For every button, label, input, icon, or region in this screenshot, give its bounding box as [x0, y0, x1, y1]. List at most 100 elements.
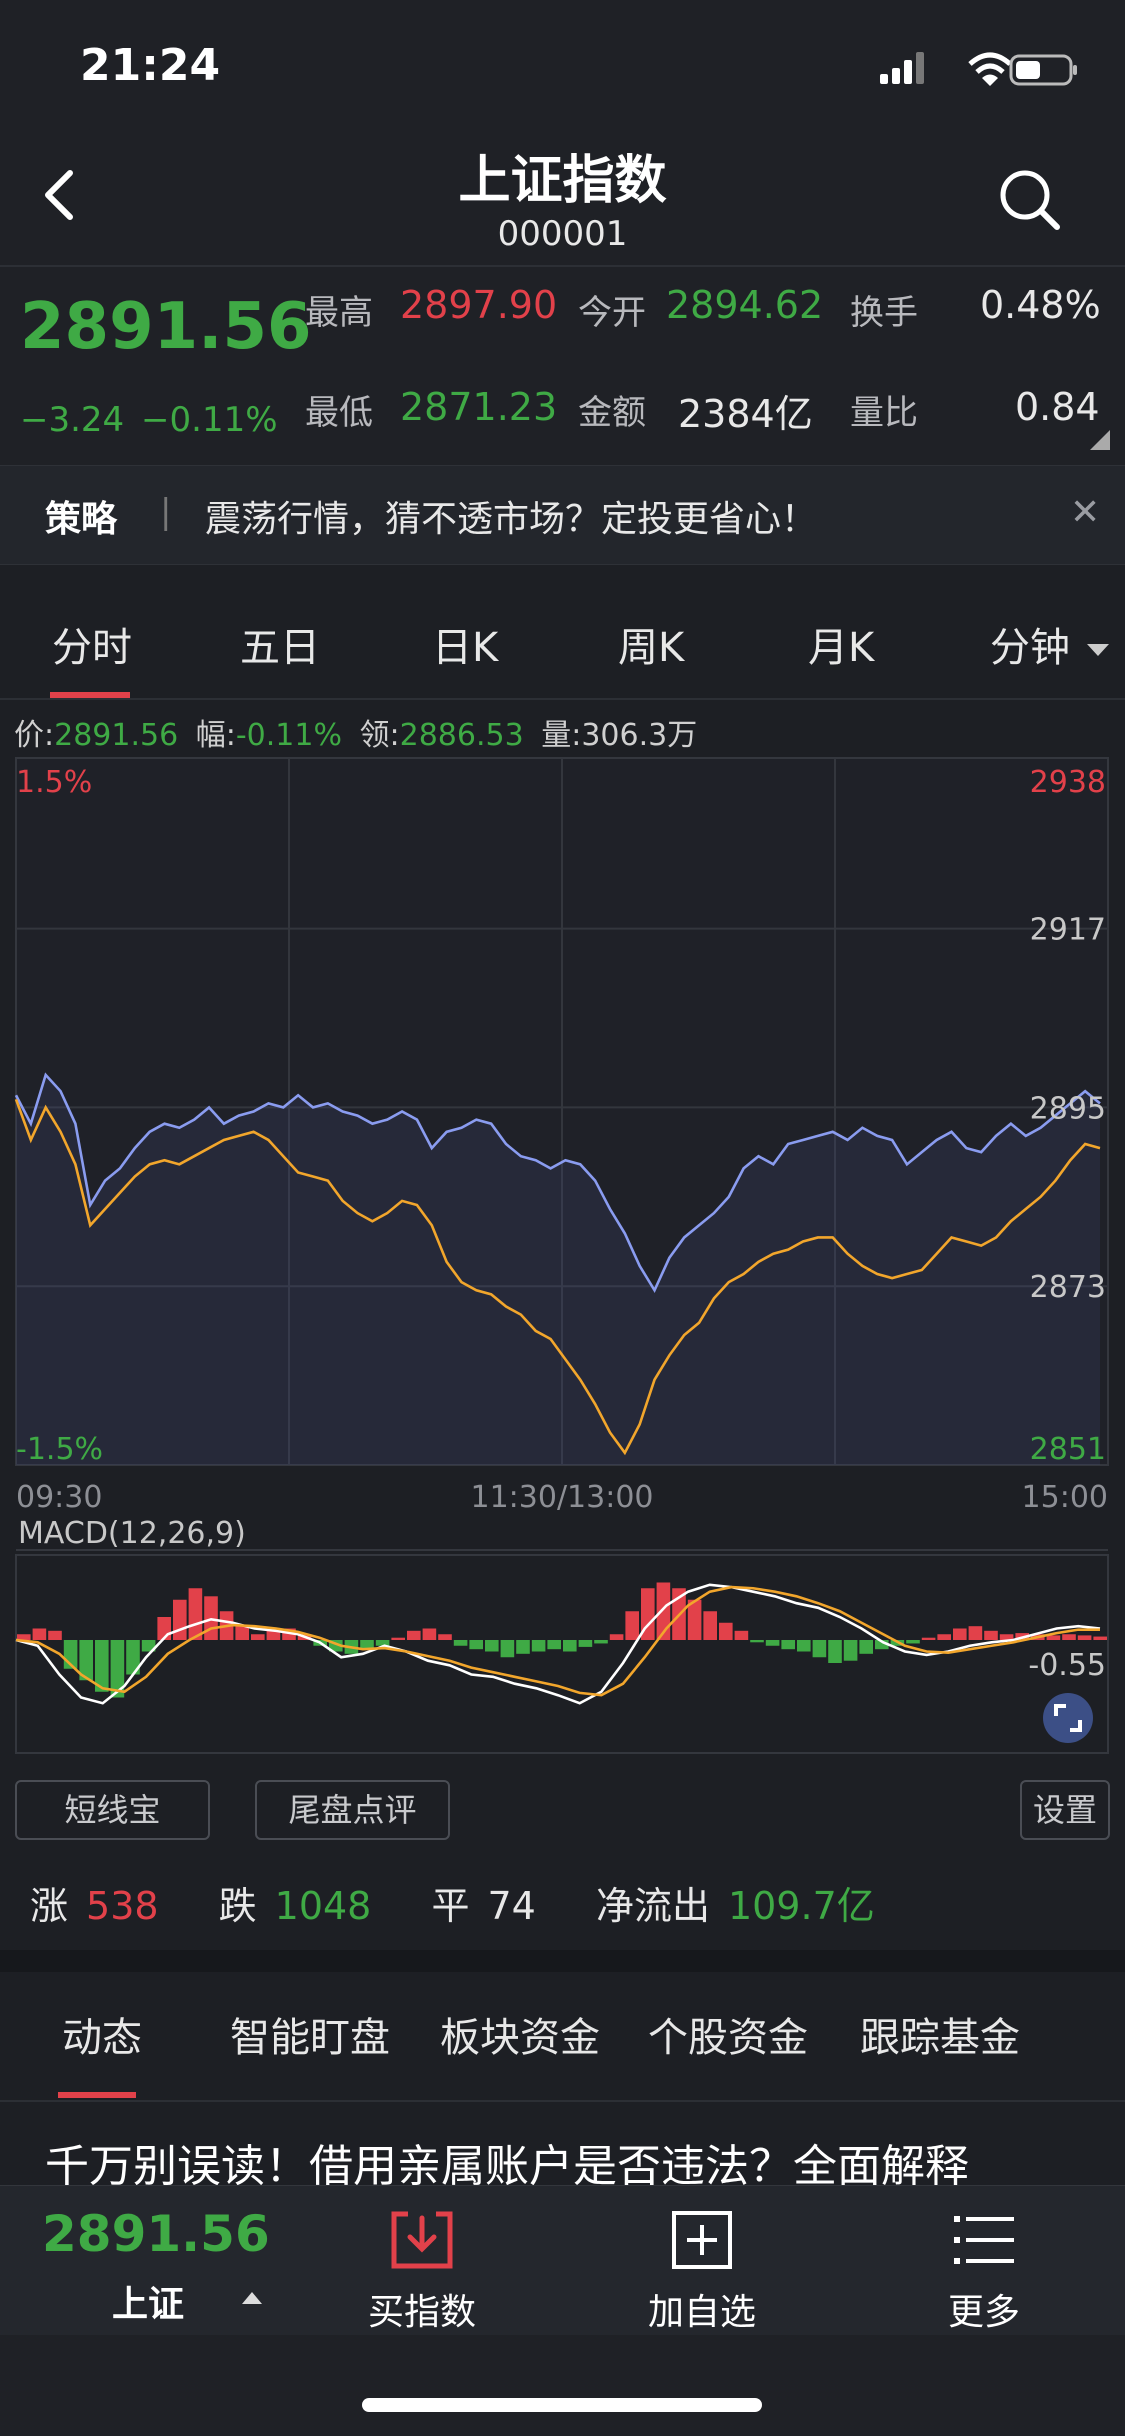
- info-amp-label: 幅:: [195, 718, 236, 753]
- macd-bar: [375, 1640, 390, 1646]
- section-divider: [0, 1950, 1125, 1972]
- macd-bar: [843, 1640, 858, 1661]
- macd-title: MACD(12,26,9): [18, 1516, 246, 1551]
- banner-text[interactable]: 震荡行情，猜不透市场？定投更省心！: [205, 490, 817, 542]
- tab-monthly-k[interactable]: 月K: [808, 615, 874, 673]
- x-tick-label: 15:00: [1022, 1480, 1108, 1515]
- closing-review-button[interactable]: 尾盘点评: [255, 1780, 450, 1840]
- macd-bar: [921, 1637, 936, 1640]
- download-icon[interactable]: [390, 2210, 454, 2270]
- macd-bar: [188, 1588, 203, 1640]
- y-tick-label: 2895: [1030, 1091, 1106, 1126]
- page-title: 上证指数: [458, 151, 667, 211]
- macd-bar: [984, 1630, 998, 1640]
- buy-index-button[interactable]: 买指数: [322, 2283, 522, 2335]
- tab-tracking-funds[interactable]: 跟踪基金: [860, 2005, 1020, 2063]
- macd-y-tick-label: -0.55: [1028, 1648, 1106, 1683]
- macd-bar: [1077, 1635, 1092, 1640]
- info-lead-label: 领:: [359, 718, 400, 753]
- y-tick-label: 2917: [1030, 913, 1106, 948]
- down-count: 1048: [274, 1884, 372, 1928]
- macd-bar: [609, 1634, 624, 1640]
- intraday-chart: 2938 2917 2895 2873 2851 1.5% -1.5% 09:30 11:30/…: [14, 757, 1109, 1515]
- macd-bar: [531, 1640, 546, 1652]
- macd-bar: [516, 1640, 530, 1654]
- tab-five-day[interactable]: 五日: [240, 615, 320, 673]
- macd-bar: [859, 1640, 873, 1654]
- macd-bar: [485, 1640, 499, 1652]
- tab-intraday[interactable]: 分时: [52, 615, 132, 673]
- tab-smart-watch[interactable]: 智能盯盘: [230, 2005, 390, 2063]
- macd-chart: MACD(12,26,9) -0.55: [15, 1516, 1109, 1754]
- status-time: 21:24: [80, 40, 221, 91]
- macd-bar: [968, 1626, 983, 1640]
- macd-bar: [469, 1640, 483, 1650]
- tab-stock-funds[interactable]: 个股资金: [648, 2005, 808, 2063]
- divider: [0, 2100, 1125, 2102]
- tab-daily-k[interactable]: 日K: [432, 615, 498, 673]
- macd-bar: [235, 1626, 249, 1640]
- turnover-value: 0.48%: [980, 283, 1101, 327]
- home-indicator-area: [0, 2335, 1125, 2436]
- tab-weekly-k[interactable]: 周K: [618, 615, 684, 673]
- up-count: 538: [86, 1884, 159, 1928]
- change-value: −3.24: [20, 400, 125, 440]
- macd-bar: [407, 1630, 421, 1640]
- low-label: 最低: [305, 393, 373, 433]
- amount-label: 金额: [578, 393, 646, 433]
- open-value: 2894.62: [666, 283, 824, 327]
- macd-bar: [1093, 1636, 1107, 1640]
- macd-bar: [422, 1628, 437, 1640]
- tab-minute-label: 分钟: [990, 625, 1070, 671]
- tab-minute[interactable]: 分钟: [990, 615, 1109, 673]
- amount-value: 2384亿: [678, 392, 813, 436]
- high-label: 最高: [305, 293, 373, 333]
- bottom-index-name[interactable]: 上证: [112, 2275, 184, 2327]
- tab-dynamics[interactable]: 动态: [62, 2005, 142, 2063]
- info-price-label: 价:: [14, 718, 55, 753]
- close-icon[interactable]: ✕: [1070, 492, 1100, 533]
- expand-icon[interactable]: [1042, 1692, 1094, 1744]
- macd-bar: [32, 1628, 47, 1640]
- y-tick-label: 2851: [1030, 1432, 1106, 1467]
- macd-bar: [438, 1634, 452, 1640]
- macd-bar: [251, 1634, 265, 1640]
- change-pct: −0.11%: [141, 400, 278, 440]
- banner-tag: 策略: [45, 499, 118, 540]
- expand-corner-icon[interactable]: [1090, 430, 1110, 450]
- macd-bar: [750, 1640, 764, 1643]
- macd-bar: [453, 1640, 468, 1646]
- macd-frame: [15, 1554, 1109, 1754]
- more-button[interactable]: 更多: [884, 2283, 1084, 2335]
- pct-tick-label: -1.5%: [16, 1432, 103, 1467]
- low-value: 2871.23: [400, 385, 558, 429]
- home-indicator[interactable]: [362, 2398, 762, 2412]
- tab-sector-funds[interactable]: 板块资金: [440, 2005, 600, 2063]
- caret-up-icon[interactable]: [242, 2292, 262, 2304]
- down-label: 跌: [218, 1884, 257, 1928]
- stock-code: 000001: [497, 214, 628, 254]
- chart-area[interactable]: 2938 2917 2895 2873 2851 1.5% -1.5% 09:30 11:30/…: [0, 755, 1125, 1765]
- macd-bar: [48, 1630, 62, 1640]
- macd-bar: [937, 1634, 951, 1640]
- turnover-label: 换手: [850, 293, 918, 333]
- macd-bar: [625, 1611, 639, 1640]
- volume-ratio-label: 量比: [850, 393, 918, 433]
- macd-bar: [781, 1640, 795, 1650]
- macd-bar: [500, 1640, 515, 1658]
- info-amp: -0.11%: [235, 718, 342, 753]
- macd-bar: [703, 1611, 717, 1640]
- menu-icon[interactable]: [952, 2210, 1016, 2270]
- add-square-icon[interactable]: [670, 2210, 734, 2270]
- macd-bar: [765, 1640, 780, 1646]
- macd-bar: [828, 1640, 842, 1663]
- flat-count: 74: [487, 1884, 536, 1928]
- period-tabs: [0, 580, 1125, 700]
- x-tick-label: 11:30/13:00: [470, 1480, 653, 1515]
- add-watchlist-button[interactable]: 加自选: [602, 2283, 802, 2335]
- info-vol-label: 量:: [541, 718, 582, 753]
- settings-button[interactable]: 设置: [1020, 1780, 1110, 1840]
- x-tick-label: 09:30: [16, 1480, 102, 1515]
- search-icon[interactable]: [995, 165, 1065, 235]
- short-line-button[interactable]: 短线宝: [15, 1780, 210, 1840]
